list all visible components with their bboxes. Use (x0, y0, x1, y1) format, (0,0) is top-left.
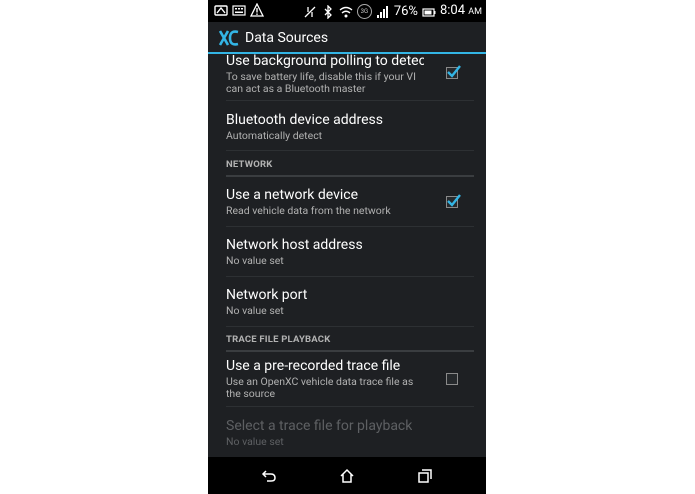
home-icon[interactable] (339, 468, 355, 484)
data-sync-icon (303, 5, 317, 19)
trace-file-checkbox[interactable] (446, 373, 458, 385)
pref-network-port[interactable]: Network port No value set (226, 277, 474, 327)
pref-title: Network port (226, 287, 308, 303)
pref-summary: can act as a Bluetooth master (226, 82, 366, 95)
pref-network-host[interactable]: Network host address No value set (226, 227, 474, 277)
pref-title: Bluetooth device address (226, 112, 383, 128)
keyboard-icon (232, 3, 246, 17)
bluetooth-icon (321, 4, 335, 19)
bg-polling-checkbox[interactable] (446, 65, 461, 79)
openxc-logo-icon[interactable] (218, 28, 240, 48)
category-trace-file-playback: TRACE FILE PLAYBACK (226, 330, 474, 352)
clock: 8:04 AM (439, 3, 482, 18)
warning-icon (250, 3, 264, 17)
pref-summary: Read vehicle data from the network (226, 204, 391, 217)
pref-title: Use a pre-recorded trace file (226, 358, 401, 374)
pref-title: Use background polling to detect (226, 54, 424, 69)
pref-title: Select a trace file for playback (226, 418, 413, 434)
network-badge: 3G (356, 4, 372, 19)
battery-icon (422, 5, 436, 19)
cast-icon (214, 3, 228, 17)
pref-summary: No value set (226, 304, 284, 317)
preference-list[interactable]: Use background polling to detect To save… (208, 54, 486, 457)
pref-summary: No value set (226, 254, 284, 267)
category-network: NETWORK (226, 155, 474, 177)
pref-summary: the source (226, 387, 276, 400)
pref-summary: No value set (226, 435, 284, 448)
pref-bluetooth-address[interactable]: Bluetooth device address Automatically d… (226, 101, 474, 151)
phone-screen: 3G 76% 8:04 AM Data Sources Use backgrou… (208, 0, 486, 494)
page-title: Data Sources (245, 30, 329, 46)
pref-network-device[interactable]: Use a network device Read vehicle data f… (226, 177, 474, 227)
status-bar: 3G 76% 8:04 AM (208, 0, 486, 22)
navigation-bar (208, 457, 486, 494)
pref-summary: Automatically detect (226, 129, 323, 142)
recents-icon[interactable] (417, 468, 433, 484)
pref-title: Use a network device (226, 187, 359, 203)
pref-title: Network host address (226, 237, 363, 253)
category-label: TRACE FILE PLAYBACK (226, 334, 331, 345)
network-device-checkbox[interactable] (446, 194, 461, 208)
wifi-icon (339, 5, 353, 19)
action-bar: Data Sources (208, 22, 486, 54)
battery-percent: 76% (393, 3, 418, 19)
pref-select-trace-file: Select a trace file for playback No valu… (226, 407, 474, 457)
back-icon[interactable] (261, 468, 277, 484)
pref-trace-file[interactable]: Use a pre-recorded trace file Use an Ope… (226, 352, 474, 407)
category-label: NETWORK (226, 159, 273, 170)
signal-icon (376, 5, 390, 19)
pref-background-polling[interactable]: Use background polling to detect To save… (226, 54, 474, 101)
